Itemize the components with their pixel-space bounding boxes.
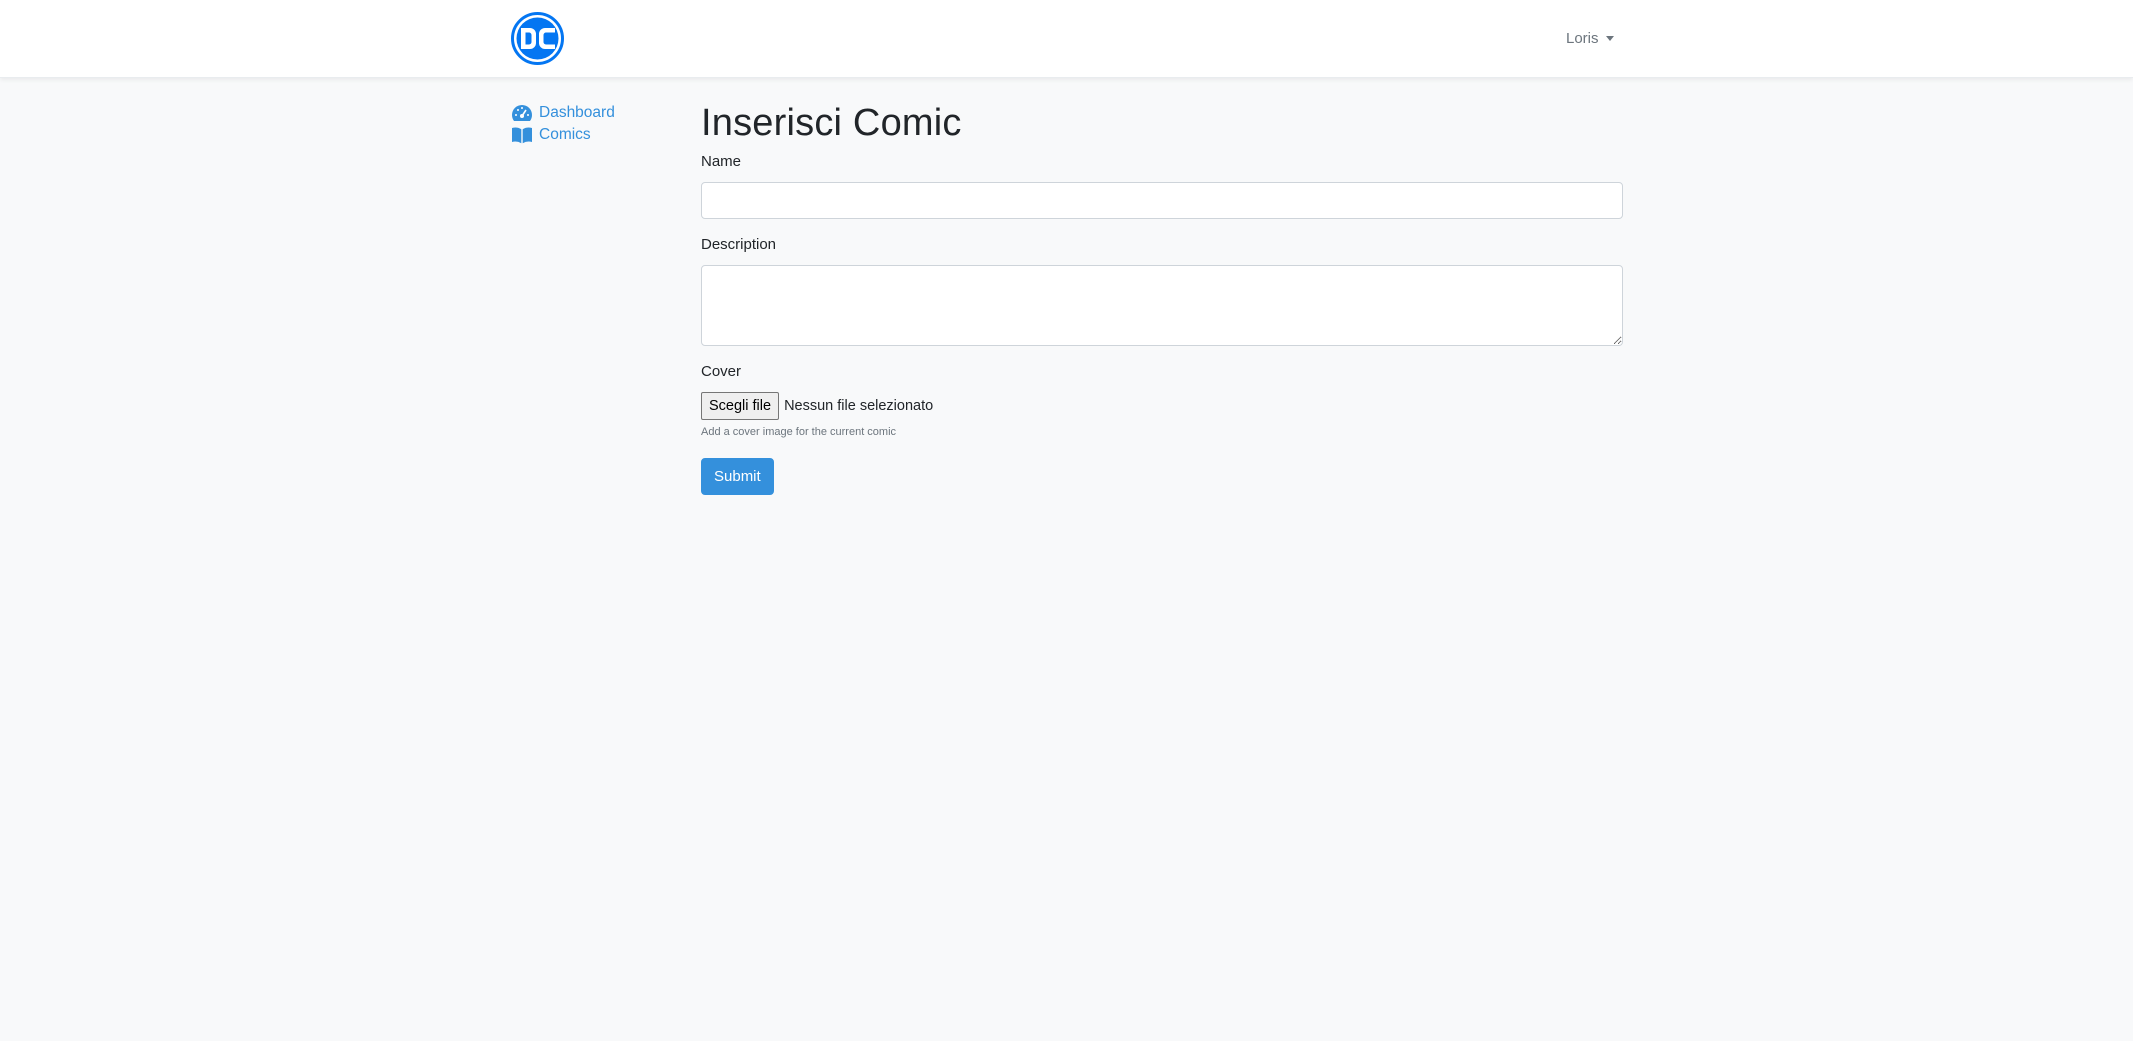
sidebar: Dashboard Comics (511, 102, 691, 146)
top-navbar: Loris (0, 0, 2133, 78)
sidebar-item-label: Comics (539, 126, 591, 143)
sidebar-item-label: Dashboard (539, 104, 615, 121)
cover-file-input[interactable]: Scegli file Nessun file selezionato (701, 392, 933, 420)
page-title: Inserisci Comic (701, 102, 962, 144)
name-input[interactable] (701, 182, 1623, 219)
description-textarea[interactable] (701, 265, 1623, 346)
book-open-icon (512, 127, 532, 144)
choose-file-button[interactable]: Scegli file (701, 392, 780, 420)
user-dropdown[interactable]: Loris (1566, 27, 1614, 49)
user-name: Loris (1566, 29, 1599, 47)
caret-down-icon (1605, 35, 1614, 41)
tachometer-icon (512, 104, 532, 121)
sidebar-item-dashboard[interactable]: Dashboard (511, 102, 691, 124)
cover-label: Cover (701, 363, 742, 380)
dc-logo[interactable] (511, 12, 564, 65)
main-content: Inserisci Comic Name Description Cover S… (701, 100, 1623, 495)
name-label: Name (701, 153, 742, 170)
cover-help-text: Add a cover image for the current comic (701, 426, 897, 438)
description-label: Description (701, 236, 777, 253)
submit-button[interactable]: Submit (701, 458, 774, 495)
sidebar-item-comics[interactable]: Comics (511, 124, 691, 146)
file-status-text: Nessun file selezionato (784, 398, 934, 414)
